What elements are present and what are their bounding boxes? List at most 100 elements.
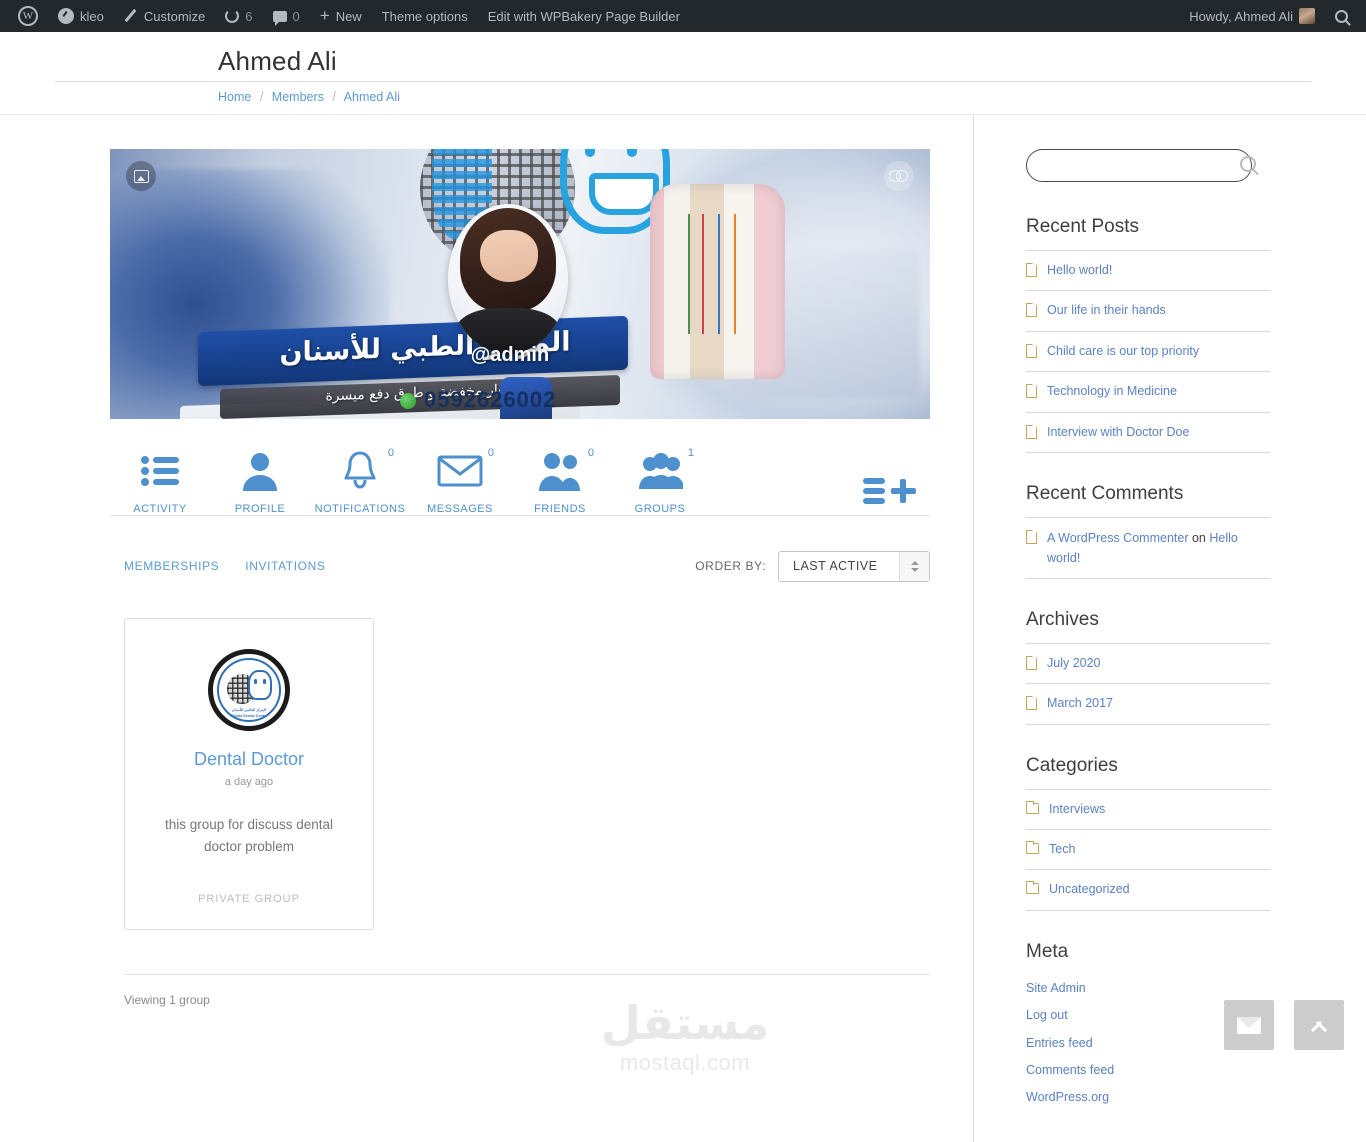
list-item[interactable]: Child care is our top priority (1026, 330, 1270, 371)
list-item[interactable]: July 2020 (1026, 642, 1270, 683)
change-cover-image-button[interactable] (126, 161, 156, 191)
whatsapp-icon (400, 393, 416, 409)
breadcrumb-item-home[interactable]: Home (218, 90, 251, 104)
nav-item-groups[interactable]: 1 GROUPS (610, 447, 710, 515)
list-item[interactable]: Uncategorized (1026, 869, 1270, 911)
group-logo-text-ar: المركز العالمي للأسنان (231, 708, 267, 713)
adminbar-customize[interactable]: Customize (114, 0, 215, 32)
wordpress-logo-icon (18, 6, 38, 26)
comment-author-link[interactable]: A WordPress Commenter (1047, 531, 1188, 545)
category-link[interactable]: Uncategorized (1049, 880, 1130, 899)
widget-recent-posts: Recent Posts Hello world! Our life in th… (1026, 216, 1270, 453)
subnav-item-invitations[interactable]: INVITATIONS (245, 559, 325, 573)
list-item[interactable]: Interviews (1026, 788, 1270, 829)
group-last-active: a day ago (224, 776, 274, 788)
category-link[interactable]: Interviews (1049, 800, 1105, 819)
nav-label-activity: ACTIVITY (133, 503, 187, 515)
cover-phone-primary: 0592626002 (400, 387, 660, 413)
list-item[interactable]: Site Admin (1026, 975, 1270, 1002)
groups-subnav: MEMBERSHIPS INVITATIONS ORDER BY: LAST A… (110, 516, 930, 588)
tooth-anatomy-graphic (650, 184, 785, 379)
breadcrumb: Home / Members / Ahmed Ali (108, 82, 1258, 114)
meta-link-entries-feed[interactable]: Entries feed (1026, 1036, 1093, 1050)
howdy-label: Howdy, Ahmed Ali (1189, 8, 1293, 24)
recent-post-link[interactable]: Child care is our top priority (1047, 342, 1199, 361)
recent-post-link[interactable]: Hello world! (1047, 261, 1112, 280)
adminbar-site-name[interactable]: kleo (48, 0, 114, 32)
list-item[interactable]: Comments feed (1026, 1057, 1270, 1084)
group-name-link[interactable]: Dental Doctor (145, 749, 353, 770)
list-item[interactable]: March 2017 (1026, 683, 1270, 725)
search-input[interactable] (1026, 149, 1252, 182)
document-icon (1026, 343, 1037, 358)
nav-label-profile: PROFILE (234, 503, 286, 515)
meta-link-log-out[interactable]: Log out (1026, 1008, 1068, 1022)
nav-item-friends[interactable]: 0 FRIENDS (510, 447, 610, 515)
images-icon (133, 169, 149, 183)
meta-link-comments-feed[interactable]: Comments feed (1026, 1063, 1114, 1077)
category-link[interactable]: Tech (1049, 840, 1075, 859)
envelope-icon (410, 449, 510, 493)
list-plus-icon (863, 474, 917, 513)
group-card[interactable]: المركز العالمي للأسنان Global Dental Cen… (124, 618, 374, 930)
breadcrumb-item-current[interactable]: Ahmed Ali (344, 90, 400, 104)
profile-nav: ACTIVITY PROFILE 0 NOTIFICATIONS 0 MESSA… (110, 419, 930, 516)
widget-title: Meta (1026, 940, 1069, 962)
scroll-to-top-button[interactable] (1294, 1000, 1344, 1050)
main-content: المركز الطبي للأسنان أسعار مخفضة و طرق د… (0, 115, 973, 1142)
list-item[interactable]: WordPress.org (1026, 1084, 1270, 1111)
order-by-select[interactable]: LAST ACTIVE (778, 550, 930, 582)
tooth-icon (248, 670, 272, 700)
meta-link-site-admin[interactable]: Site Admin (1026, 981, 1086, 995)
chevron-updown-icon (899, 551, 929, 581)
recent-post-link[interactable]: Technology in Medicine (1047, 382, 1177, 401)
avatar-photo (460, 208, 556, 312)
adminbar-page-builder[interactable]: Edit with WPBakery Page Builder (478, 0, 690, 32)
list-item[interactable]: A WordPress Commenter on Hello world! (1026, 516, 1270, 579)
widget-title: Recent Posts (1026, 216, 1139, 237)
adminbar-search[interactable] (1325, 0, 1358, 32)
breadcrumb-item-members[interactable]: Members (272, 90, 324, 104)
document-icon (1026, 424, 1037, 439)
widget-recent-comments: Recent Comments A WordPress Commenter on… (1026, 483, 1270, 579)
folder-icon (1026, 841, 1039, 854)
widget-categories: Categories Interviews Tech Uncategorized (1026, 755, 1270, 911)
adminbar-howdy[interactable]: Howdy, Ahmed Ali (1179, 0, 1325, 32)
nav-item-notifications[interactable]: 0 NOTIFICATIONS (310, 447, 410, 515)
document-icon (1026, 384, 1037, 399)
group-description: this group for discuss dental doctor pro… (164, 817, 334, 855)
list-item[interactable]: Tech (1026, 829, 1270, 869)
list-item[interactable]: Interview with Doctor Doe (1026, 411, 1270, 453)
meta-link-wordpress-org[interactable]: WordPress.org (1026, 1090, 1109, 1104)
order-by-control: ORDER BY: LAST ACTIVE (695, 550, 930, 582)
cover-toggle-button[interactable] (884, 161, 914, 191)
widget-title: Categories (1026, 754, 1118, 776)
list-item[interactable]: Technology in Medicine (1026, 371, 1270, 411)
plus-icon: + (319, 6, 330, 25)
nav-item-profile[interactable]: PROFILE (210, 449, 310, 515)
search-icon[interactable] (1240, 156, 1256, 172)
adminbar-comments[interactable]: 0 (263, 0, 310, 32)
nav-item-activity[interactable]: ACTIVITY (110, 449, 210, 515)
adminbar-wp-logo[interactable] (8, 0, 48, 32)
site-icon (58, 8, 74, 24)
group-avatar[interactable]: المركز العالمي للأسنان Global Dental Cen… (208, 649, 290, 731)
subnav-item-memberships[interactable]: MEMBERSHIPS (124, 559, 219, 573)
archive-link[interactable]: March 2017 (1047, 694, 1113, 713)
adminbar-theme-options[interactable]: Theme options (372, 0, 478, 32)
recent-post-link[interactable]: Our life in their hands (1047, 301, 1166, 320)
profile-cover-image: المركز الطبي للأسنان أسعار مخفضة و طرق د… (110, 149, 930, 419)
archive-link[interactable]: July 2020 (1047, 654, 1101, 673)
nav-item-messages[interactable]: 0 MESSAGES (410, 447, 510, 515)
list-item[interactable]: Our life in their hands (1026, 290, 1270, 330)
floating-message-button[interactable] (1224, 1000, 1274, 1050)
list-item[interactable]: Hello world! (1026, 250, 1270, 290)
adminbar-updates[interactable]: 6 (215, 0, 262, 32)
recent-post-link[interactable]: Interview with Doctor Doe (1047, 423, 1189, 442)
add-to-list-button[interactable] (850, 471, 930, 515)
profile-avatar[interactable] (448, 204, 568, 354)
adminbar-new[interactable]: + New (310, 0, 372, 32)
widget-archives: Archives July 2020 March 2017 (1026, 609, 1270, 725)
sidebar-search (1026, 149, 1270, 182)
groups-icon (610, 449, 710, 493)
